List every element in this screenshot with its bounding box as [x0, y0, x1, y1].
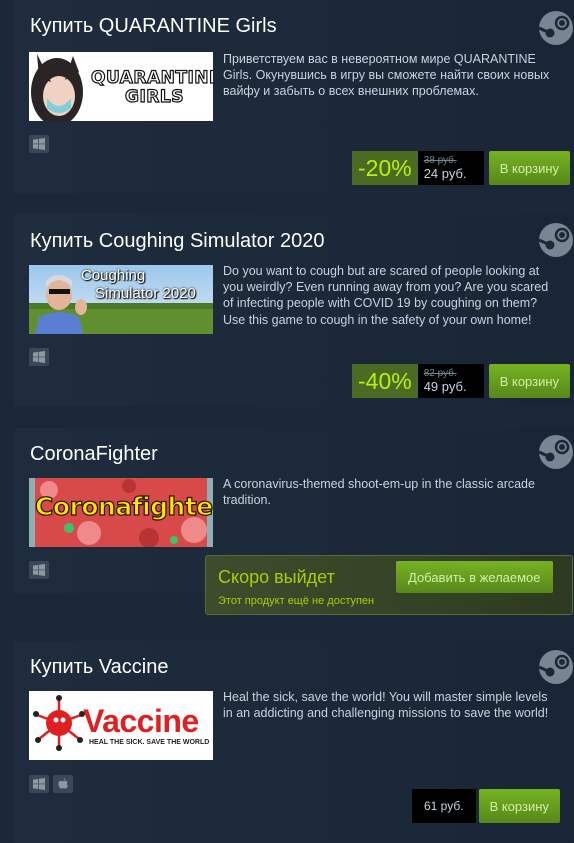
- purchase-block: 61 руб. В корзину: [412, 789, 560, 823]
- steam-logo-icon: [538, 435, 573, 469]
- add-to-cart-button[interactable]: В корзину: [488, 151, 571, 185]
- windows-icon: [29, 775, 49, 793]
- add-to-cart-button[interactable]: В корзину: [478, 789, 560, 823]
- card-title: Купить Coughing Simulator 2020: [30, 230, 325, 252]
- game-description: A coronavirus-themed shoot-em-up in the …: [223, 477, 535, 508]
- original-price: 38 руб.: [423, 155, 457, 166]
- steam-logo-icon: [538, 650, 573, 684]
- steam-logo-icon: [538, 223, 573, 257]
- price: 61 руб.: [412, 789, 476, 823]
- game-description: Heal the sick, save the world! You will …: [223, 690, 549, 721]
- add-to-wishlist-button[interactable]: Добавить в желаемое: [396, 561, 553, 593]
- thumb-title-2: HEAL THE SICK. SAVE THE WORLD: [89, 739, 210, 746]
- apple-icon: [53, 775, 73, 793]
- game-card-coughing-simulator: Купить Coughing Simulator 2020 Coughing …: [14, 214, 574, 406]
- purchase-block: -20% 38 руб. 24 руб. В корзину: [352, 151, 571, 185]
- card-title: Купить Vaccine: [30, 656, 169, 678]
- card-title: CoronaFighter: [30, 443, 158, 465]
- original-price: 82 руб.: [423, 368, 457, 379]
- discount-badge: -20%: [352, 151, 418, 185]
- windows-icon: [29, 348, 49, 366]
- game-card-quarantine-girls: Купить QUARANTINE Girls QUARANTINE GIRLS…: [14, 0, 574, 193]
- thumb-title-2: Simulator 2020: [95, 285, 196, 302]
- price-block: 82 руб. 49 руб.: [417, 364, 484, 398]
- purchase-block: -40% 82 руб. 49 руб. В корзину: [352, 364, 571, 398]
- coming-soon-block: Скоро выйдет Этот продукт ещё не доступе…: [205, 555, 573, 615]
- coming-soon-title: Скоро выйдет: [218, 567, 335, 587]
- discounted-price: 24 руб.: [423, 166, 467, 181]
- thumb-title-1: Coughing: [81, 267, 146, 284]
- game-description: Приветствуем вас в невероятном мире QUAR…: [223, 52, 550, 99]
- game-description: Do you want to cough but are scared of p…: [223, 264, 549, 327]
- discounted-price: 49 руб.: [423, 379, 467, 394]
- thumb-title-1: Vaccine: [83, 703, 199, 739]
- game-card-vaccine: Купить Vaccine Vaccine HEAL THE SICK. SA…: [14, 641, 574, 843]
- game-thumbnail[interactable]: Coughing Simulator 2020: [29, 265, 213, 334]
- windows-icon: [29, 561, 49, 579]
- coming-soon-subtitle: Этот продукт ещё не доступен: [218, 595, 375, 607]
- add-to-cart-button[interactable]: В корзину: [488, 364, 571, 398]
- steam-logo-icon: [538, 11, 573, 45]
- discount-badge: -40%: [352, 364, 418, 398]
- thumb-title-1: QUARANTINE: [90, 67, 213, 88]
- game-thumbnail[interactable]: Coronafighter: [29, 478, 213, 547]
- thumb-title-2: GIRLS: [124, 86, 184, 107]
- windows-icon: [29, 135, 49, 153]
- card-title: Купить QUARANTINE Girls: [30, 15, 277, 37]
- game-thumbnail[interactable]: Vaccine HEAL THE SICK. SAVE THE WORLD: [29, 691, 213, 760]
- game-thumbnail[interactable]: QUARANTINE GIRLS: [29, 52, 213, 121]
- thumb-title-1: Coronafighter: [34, 491, 213, 521]
- price-block: 38 руб. 24 руб.: [417, 151, 484, 185]
